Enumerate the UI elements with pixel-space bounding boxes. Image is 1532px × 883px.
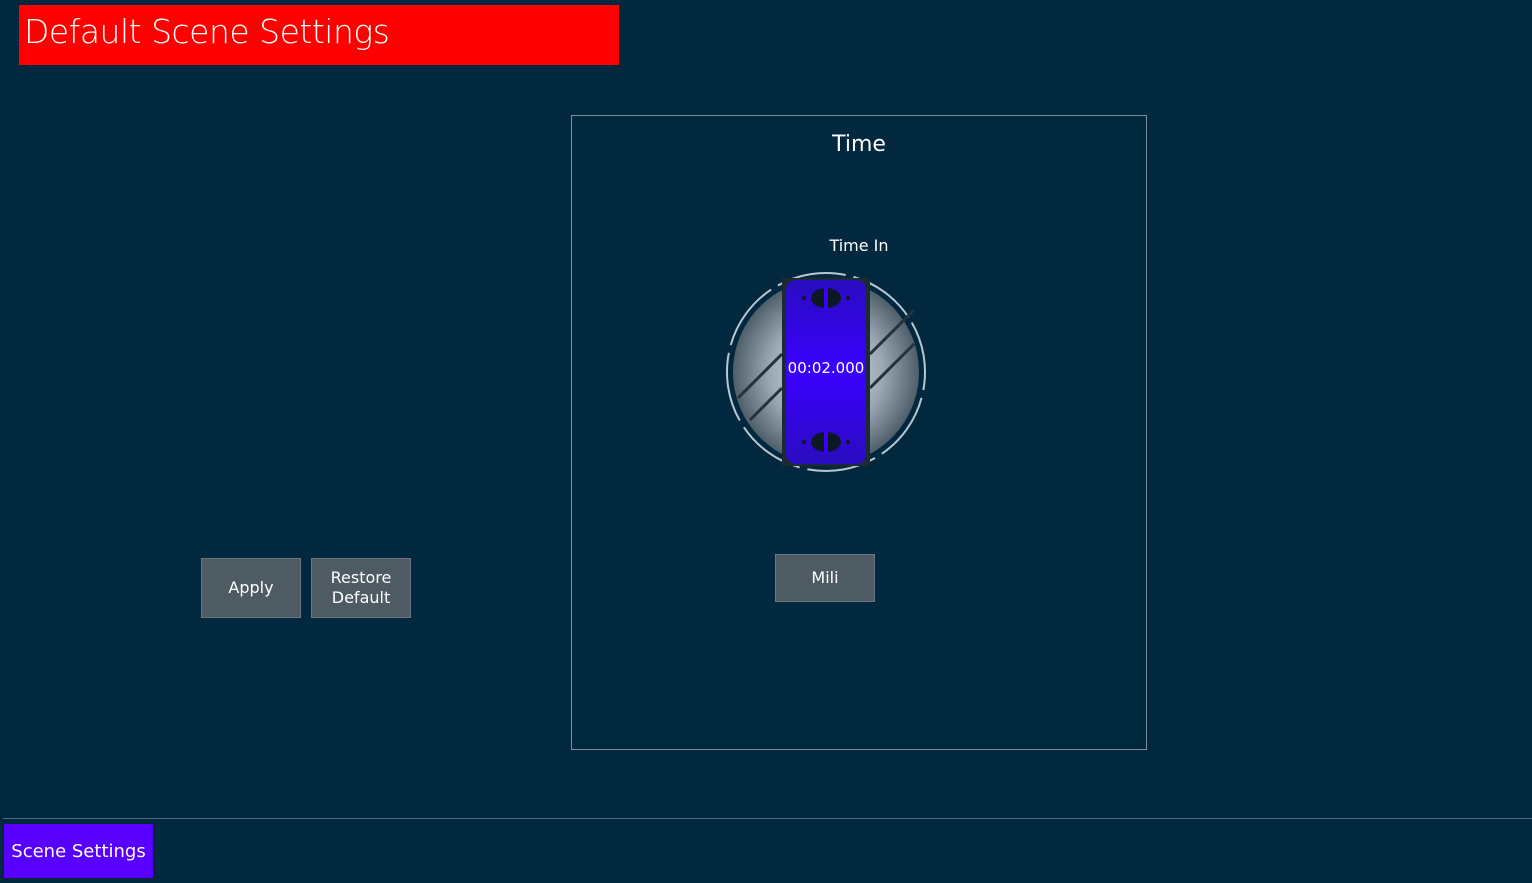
time-panel: Time Time In 00:02.000: [571, 115, 1147, 750]
apply-button[interactable]: Apply: [201, 558, 301, 618]
time-in-value: 00:02.000: [787, 359, 865, 377]
footer-divider: [3, 818, 1532, 819]
restore-default-button[interactable]: Restore Default: [311, 558, 411, 618]
time-in-label: Time In: [829, 236, 889, 255]
time-panel-title: Time: [832, 132, 886, 157]
mili-unit-button[interactable]: Mili: [775, 554, 875, 602]
tab-scene-settings[interactable]: Scene Settings: [4, 824, 153, 878]
time-in-dial[interactable]: 00:02.000: [724, 270, 928, 474]
page-title: Default Scene Settings: [19, 5, 619, 65]
